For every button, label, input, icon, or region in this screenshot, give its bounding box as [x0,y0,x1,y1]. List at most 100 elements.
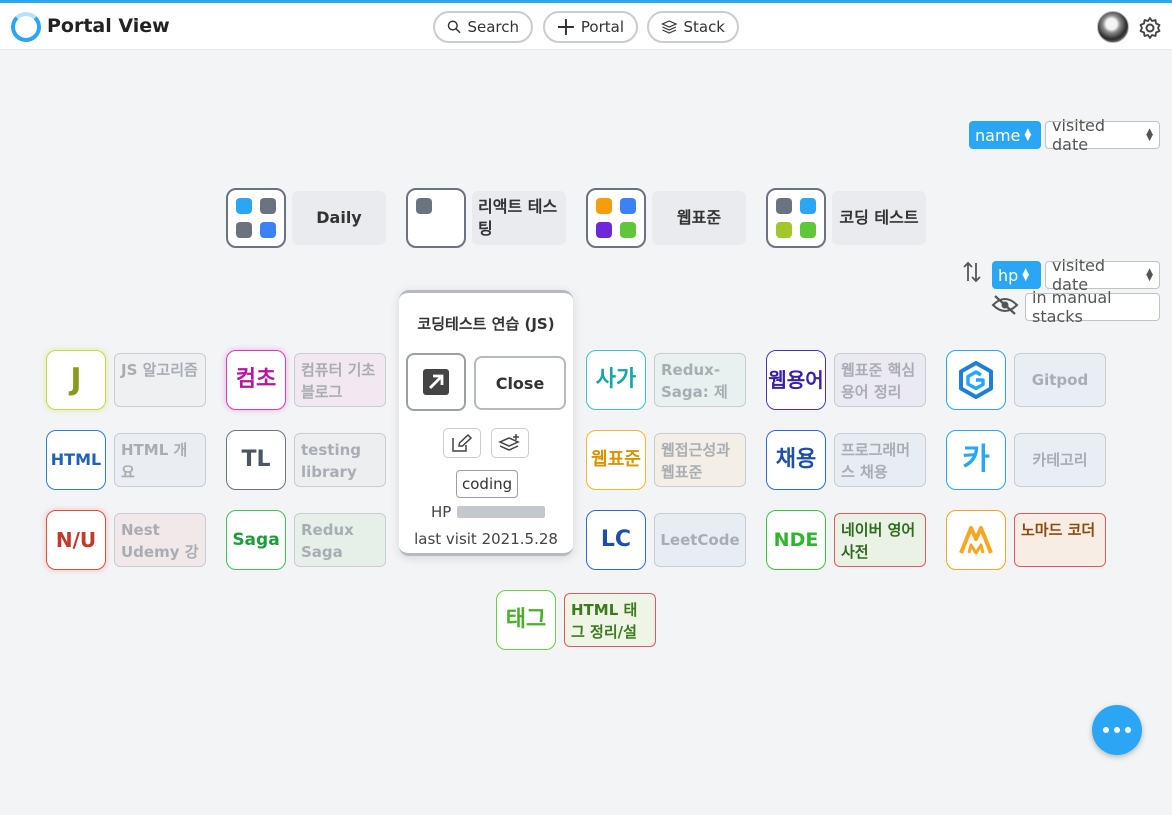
arrow-up-right-icon [423,369,449,395]
portal-label[interactable]: LeetCode [654,513,746,567]
portal-icon[interactable]: 웹용어 [766,350,826,410]
stack-color-chip [260,198,276,214]
portal-label[interactable]: HTML 개요 [114,433,206,487]
stack-label[interactable]: 웹표준 [652,191,746,245]
portal-label[interactable]: testing library [294,433,386,487]
portal-icon[interactable]: Saga [226,510,286,570]
eye-off-icon[interactable] [991,295,1019,315]
close-button[interactable]: Close [474,356,566,410]
stack-item[interactable]: Daily [226,188,386,248]
stack-item[interactable]: 코딩 테스트 [766,188,926,248]
nomad-logo-icon [959,526,993,555]
edit-portal-button[interactable] [443,428,481,458]
portal-label[interactable]: 웹표준 핵심 용어 정리 [834,353,926,407]
portal-item[interactable]: 웹표준 웹접근성과 웹표준 [586,430,746,490]
portal-item[interactable]: Saga Redux Saga [226,510,386,570]
portal-item[interactable]: TL testing library [226,430,386,490]
app-header: Portal View Search Portal Stack [0,3,1172,50]
layers-plus-icon [498,434,520,451]
portal-label[interactable]: 웹접근성과 웹표준 [654,433,746,487]
portal-item[interactable]: 채용 프로그래머스 채용 [766,430,926,490]
portal-logo-icon [11,12,41,42]
last-visit-text: last visit 2021.5.28 [414,530,558,548]
portal-sort-active-label: hp [998,265,1019,285]
portal-icon[interactable]: HTML [46,430,106,490]
portal-label[interactable]: 컴퓨터 기초 블로그 [294,353,386,407]
stack-color-chip [416,198,432,214]
sort-arrows-icon: ▲ ▼ [1022,267,1030,283]
portal-icon[interactable]: 채용 [766,430,826,490]
portal-item[interactable]: 웹용어 웹표준 핵심 용어 정리 [766,350,926,410]
portal-icon[interactable] [946,350,1006,410]
add-portal-button[interactable]: Portal [543,11,638,43]
portal-item[interactable]: LC LeetCode [586,510,746,570]
portal-label[interactable]: JS 알고리즘 [114,353,206,407]
plus-icon [557,19,574,35]
stack-color-chip [620,222,636,238]
portal-item[interactable]: 사가 Redux-Saga: 제너 [586,350,746,410]
sort-direction-icon[interactable] [962,261,982,283]
portal-item[interactable]: HTML HTML 개요 [46,430,206,490]
tag-chip[interactable]: coding [456,470,519,498]
add-stack-button[interactable]: Stack [647,11,739,43]
portal-label[interactable]: Redux Saga [294,513,386,567]
stack-color-chip [596,198,612,214]
gitpod-logo-icon [959,361,993,399]
stack-label[interactable]: 리액트 테스팅 [472,191,566,245]
portal-item[interactable]: N/U Nest Udemy 강 [46,510,206,570]
stack-color-chip [620,198,636,214]
portal-icon[interactable] [946,510,1006,570]
pencil-square-icon [452,433,473,452]
portal-label[interactable]: 카테고리 [1014,433,1106,487]
portal-icon[interactable]: NDE [766,510,826,570]
add-to-stack-button[interactable] [491,428,529,458]
stack-label[interactable]: 코딩 테스트 [832,191,926,245]
portal-label[interactable]: 프로그래머스 채용 [834,433,926,487]
portal-label[interactable]: HTML 태그 정리/설 [564,593,656,647]
portal-sort-date-select[interactable]: visited date ▲ ▼ [1045,256,1160,294]
portal-label[interactable]: 네이버 영어사전 [834,513,926,567]
portal-label[interactable]: Redux-Saga: 제너 [654,353,746,407]
open-portal-button[interactable] [406,353,466,411]
portal-icon[interactable]: 컴초 [226,350,286,410]
portal-item[interactable]: Gitpod [946,350,1106,410]
portal-label[interactable]: Gitpod [1014,353,1106,407]
stack-sort-name-select[interactable]: name ▲ ▼ [969,121,1041,149]
hp-label: HP [431,503,452,521]
in-manual-stacks-toggle[interactable]: in manual stacks [1025,288,1160,326]
portal-item[interactable]: 카 카테고리 [946,430,1106,490]
portal-item[interactable]: NDE 네이버 영어사전 [766,510,926,570]
stack-item[interactable]: 웹표준 [586,188,746,248]
stack-item[interactable]: 리액트 테스팅 [406,188,566,248]
search-button[interactable]: Search [433,11,533,43]
portal-item[interactable]: 태그 HTML 태그 정리/설 [496,590,656,650]
add-stack-button-label: Stack [683,18,725,36]
portal-label[interactable]: Nest Udemy 강 [114,513,206,567]
stack-sort-date-select[interactable]: visited date ▲ ▼ [1045,116,1160,154]
portal-icon[interactable]: 카 [946,430,1006,490]
portal-icon[interactable]: 사가 [586,350,646,410]
stack-grid-icon[interactable] [586,188,646,248]
search-button-label: Search [467,18,519,36]
popup-title: 코딩테스트 연습 (JS) [417,315,555,333]
stack-grid-icon[interactable] [406,188,466,248]
stack-grid-icon[interactable] [766,188,826,248]
portal-icon[interactable]: 태그 [496,590,556,650]
more-options-button[interactable] [1092,705,1142,755]
portal-icon[interactable]: 웹표준 [586,430,646,490]
add-portal-button-label: Portal [580,18,624,36]
layers-icon [661,20,678,34]
portal-icon[interactable]: LC [586,510,646,570]
portal-label[interactable]: 노마드 코더 [1014,513,1106,567]
portal-item[interactable]: 노마드 코더 [946,510,1106,570]
stack-label[interactable]: Daily [292,191,386,245]
portal-item[interactable]: J JS 알고리즘 [46,350,206,410]
portal-icon[interactable]: TL [226,430,286,490]
stack-grid-icon[interactable] [226,188,286,248]
portal-sort-hp-select[interactable]: hp ▲ ▼ [992,261,1041,289]
portal-icon[interactable]: J [46,350,106,410]
portal-item[interactable]: 컴초 컴퓨터 기초 블로그 [226,350,386,410]
portal-icon[interactable]: N/U [46,510,106,570]
user-avatar[interactable] [1097,11,1129,43]
gear-icon[interactable] [1138,16,1162,40]
